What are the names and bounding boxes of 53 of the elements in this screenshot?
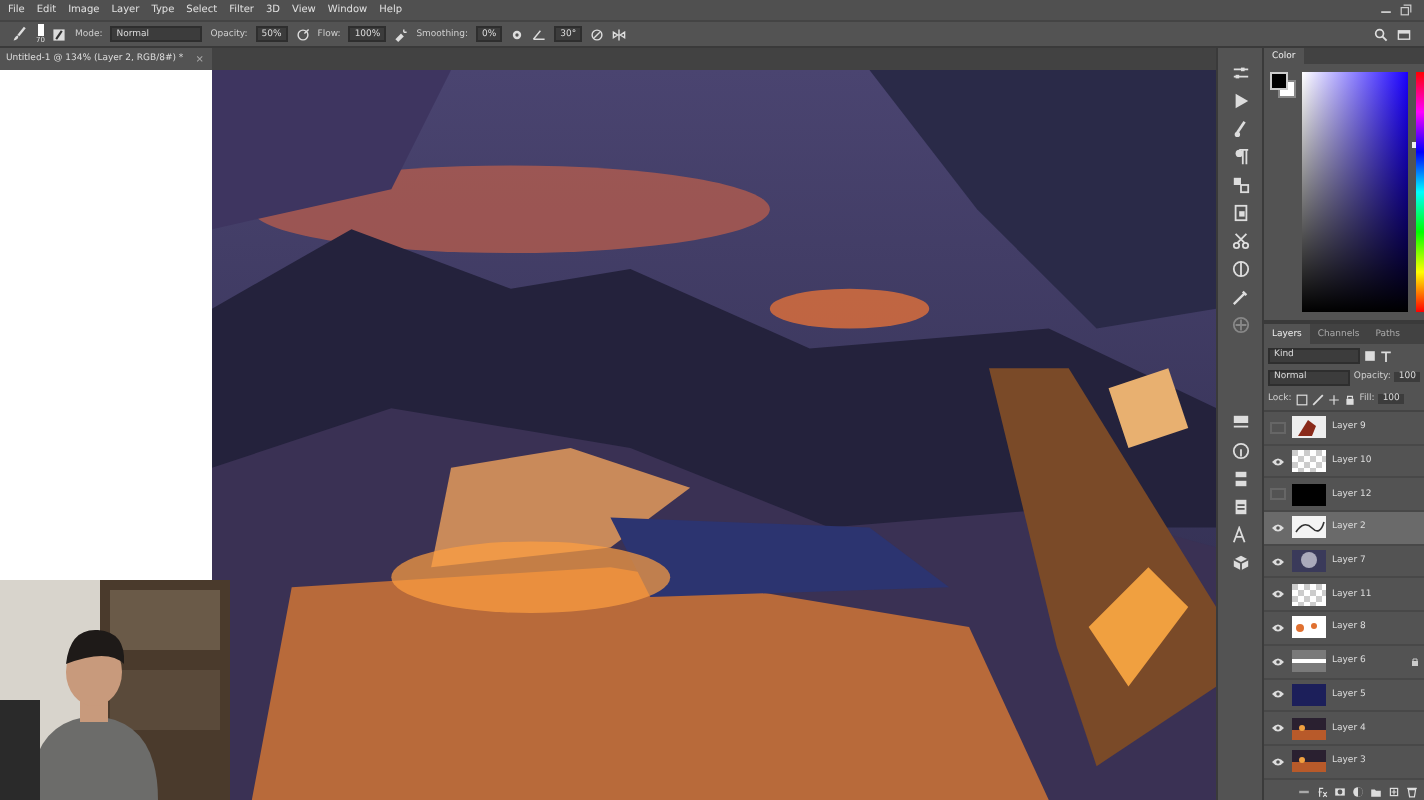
eye-icon[interactable]: [1270, 555, 1286, 568]
eye-icon[interactable]: [1270, 755, 1286, 768]
layer-thumbnail: [1292, 683, 1326, 706]
filter-icon[interactable]: [1364, 349, 1376, 361]
pen-icon[interactable]: [1231, 288, 1250, 306]
brush-panel-icon[interactable]: [52, 27, 67, 41]
color-field[interactable]: [1302, 72, 1408, 312]
layer-thumbnail: [1292, 616, 1326, 639]
layer-thumbnail: [1292, 650, 1326, 673]
eye-icon[interactable]: [1270, 521, 1286, 534]
type-filter-icon[interactable]: [1380, 349, 1392, 361]
character-icon[interactable]: [1231, 526, 1250, 544]
info-circle-icon[interactable]: [1231, 442, 1250, 460]
lock-pixels-icon[interactable]: [1295, 393, 1308, 405]
eye-icon[interactable]: [1270, 621, 1286, 634]
fx-icon[interactable]: [1316, 786, 1328, 798]
layer-thumbnail: [1292, 483, 1326, 506]
lock-icon[interactable]: [1343, 393, 1356, 405]
document-icon[interactable]: [1231, 204, 1250, 222]
adjust-icon[interactable]: [1231, 64, 1250, 82]
lock-move-icon[interactable]: [1327, 393, 1340, 405]
mask-icon[interactable]: [1334, 786, 1346, 798]
workspace-icon[interactable]: [1396, 27, 1412, 41]
eye-icon[interactable]: [1270, 722, 1286, 735]
layer-thumbnail: [1292, 516, 1326, 539]
cube-icon[interactable]: [1231, 554, 1250, 572]
restore-icon[interactable]: [1400, 4, 1412, 16]
brush-settings-icon[interactable]: [1231, 120, 1250, 138]
search-icon[interactable]: [1374, 27, 1388, 41]
trash-icon[interactable]: [1406, 786, 1418, 798]
color-swatches[interactable]: [1270, 72, 1294, 96]
symmetry-icon[interactable]: [612, 27, 627, 41]
notes-icon[interactable]: [1231, 498, 1250, 516]
brush-icon[interactable]: [12, 26, 28, 42]
airbrush-icon[interactable]: [394, 27, 409, 41]
angle-icon[interactable]: [532, 27, 547, 41]
eye-icon[interactable]: [1270, 588, 1286, 601]
eye-icon[interactable]: [1270, 455, 1286, 468]
adjustment-icon[interactable]: [1352, 786, 1364, 798]
folder-icon[interactable]: [1370, 786, 1382, 798]
lock-brush-icon[interactable]: [1311, 393, 1324, 405]
eye-icon[interactable]: [1270, 655, 1286, 668]
layer-thumbnail: [1292, 450, 1326, 473]
layer-thumbnail: [1292, 717, 1326, 740]
new-layer-icon[interactable]: [1388, 786, 1400, 798]
paragraph-icon[interactable]: [1231, 148, 1250, 166]
scissors-icon[interactable]: [1231, 232, 1250, 250]
play-icon[interactable]: [1231, 92, 1250, 110]
layer-thumbnail: [1292, 416, 1326, 439]
eye-icon[interactable]: [1270, 688, 1286, 701]
layer-thumbnail: [1292, 550, 1326, 573]
layer-thumbnail: [1292, 750, 1326, 773]
layer-thumbnail: [1292, 583, 1326, 606]
